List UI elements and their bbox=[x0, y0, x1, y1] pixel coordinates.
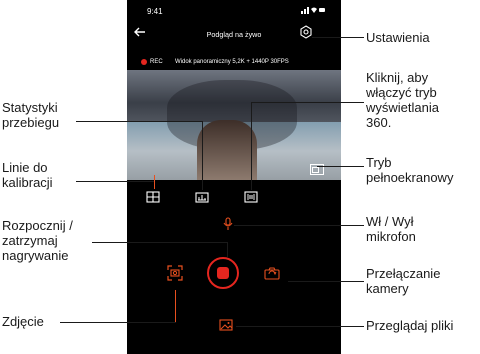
switch-camera-icon[interactable] bbox=[264, 265, 280, 281]
callout-mic-line1: Wł / Wył bbox=[366, 214, 414, 229]
microphone-icon[interactable] bbox=[221, 217, 235, 231]
grid-connector bbox=[154, 175, 155, 189]
callout-360-line3: wyświetlania bbox=[366, 100, 439, 115]
callout-stats-line1: Statystyki bbox=[2, 100, 58, 115]
callout-360: Kliknij, aby włączyć tryb wyświetlania 3… bbox=[366, 70, 439, 130]
callout-photo-text: Zdjęcie bbox=[2, 314, 44, 329]
callout-record: Rozpocznij / zatrzymaj nagrywanie bbox=[2, 218, 73, 263]
photo-leader bbox=[60, 322, 176, 323]
status-bar: 9:41 bbox=[127, 0, 341, 22]
fullscreen-leader bbox=[317, 166, 364, 167]
calib-leader bbox=[76, 181, 154, 182]
callout-stats: Statystyki przebiegu bbox=[2, 100, 59, 130]
callout-mic-line2: mikrofon bbox=[366, 229, 416, 244]
callout-calib-line1: Linie do bbox=[2, 160, 48, 175]
callout-files: Przeglądaj pliki bbox=[366, 318, 453, 333]
callout-switch-line1: Przełączanie bbox=[366, 266, 441, 281]
camera-shutter-icon[interactable] bbox=[167, 265, 183, 281]
settings-leader bbox=[312, 37, 364, 38]
callout-record-line3: nagrywanie bbox=[2, 248, 69, 263]
callout-calib-line2: kalibracji bbox=[2, 175, 53, 190]
record-icon bbox=[217, 267, 229, 279]
callout-photo: Zdjęcie bbox=[2, 314, 44, 329]
callout-settings: Ustawienia bbox=[366, 30, 430, 45]
phone-screen: 9:41 Podgląd na żywo REC Widok panoramic… bbox=[127, 0, 341, 354]
record-leader-h bbox=[92, 242, 227, 243]
live-video-feed[interactable] bbox=[127, 70, 341, 180]
photo-connector bbox=[175, 290, 176, 322]
recording-info-bar: REC Widok panoramiczny 5,2K + 1440P 30FP… bbox=[127, 57, 341, 69]
header-bar: Podgląd na żywo bbox=[127, 22, 341, 48]
callout-fullscreen-line1: Tryb bbox=[366, 155, 392, 170]
stream-info: Widok panoramiczny 5,2K + 1440P 30FPS bbox=[175, 59, 289, 65]
callout-switch-line2: kamery bbox=[366, 281, 409, 296]
record-button[interactable] bbox=[207, 257, 239, 289]
record-leader-v bbox=[227, 242, 228, 257]
rec-label: REC bbox=[150, 59, 163, 65]
callout-fullscreen: Tryb pełnoekranowy bbox=[366, 155, 453, 185]
callout-record-line2: zatrzymaj bbox=[2, 233, 58, 248]
callout-files-text: Przeglądaj pliki bbox=[366, 318, 454, 333]
stats-leader-h bbox=[76, 121, 202, 122]
grid-icon[interactable] bbox=[146, 190, 160, 204]
callout-fullscreen-line2: pełnoekranowy bbox=[366, 170, 454, 185]
callout-mic: Wł / Wył mikrofon bbox=[366, 214, 416, 244]
video-driver bbox=[197, 120, 257, 180]
stats-leader-v bbox=[202, 121, 203, 190]
gear-icon[interactable] bbox=[299, 25, 313, 39]
360-leader-v bbox=[251, 102, 252, 190]
callout-360-line1: Kliknij, aby bbox=[366, 70, 429, 85]
callout-360-line2: włączyć tryb bbox=[366, 85, 437, 100]
files-leader bbox=[236, 326, 364, 327]
odometer-icon[interactable] bbox=[195, 190, 209, 204]
callout-settings-text: Ustawienia bbox=[366, 30, 430, 45]
rec-dot-icon bbox=[141, 59, 147, 65]
callout-calib: Linie do kalibracji bbox=[2, 160, 53, 190]
360-leader-h bbox=[251, 102, 364, 103]
callout-stats-line2: przebiegu bbox=[2, 115, 60, 130]
status-time: 9:41 bbox=[147, 7, 163, 16]
switch-leader bbox=[288, 281, 364, 282]
mic-leader bbox=[234, 225, 364, 226]
callout-switch: Przełączanie kamery bbox=[366, 266, 440, 296]
system-status-icons bbox=[301, 7, 325, 14]
panorama-icon[interactable] bbox=[244, 190, 258, 204]
callout-record-line1: Rozpocznij / bbox=[2, 218, 73, 233]
callout-360-line4: 360. bbox=[366, 115, 392, 130]
gallery-icon[interactable] bbox=[219, 318, 233, 332]
